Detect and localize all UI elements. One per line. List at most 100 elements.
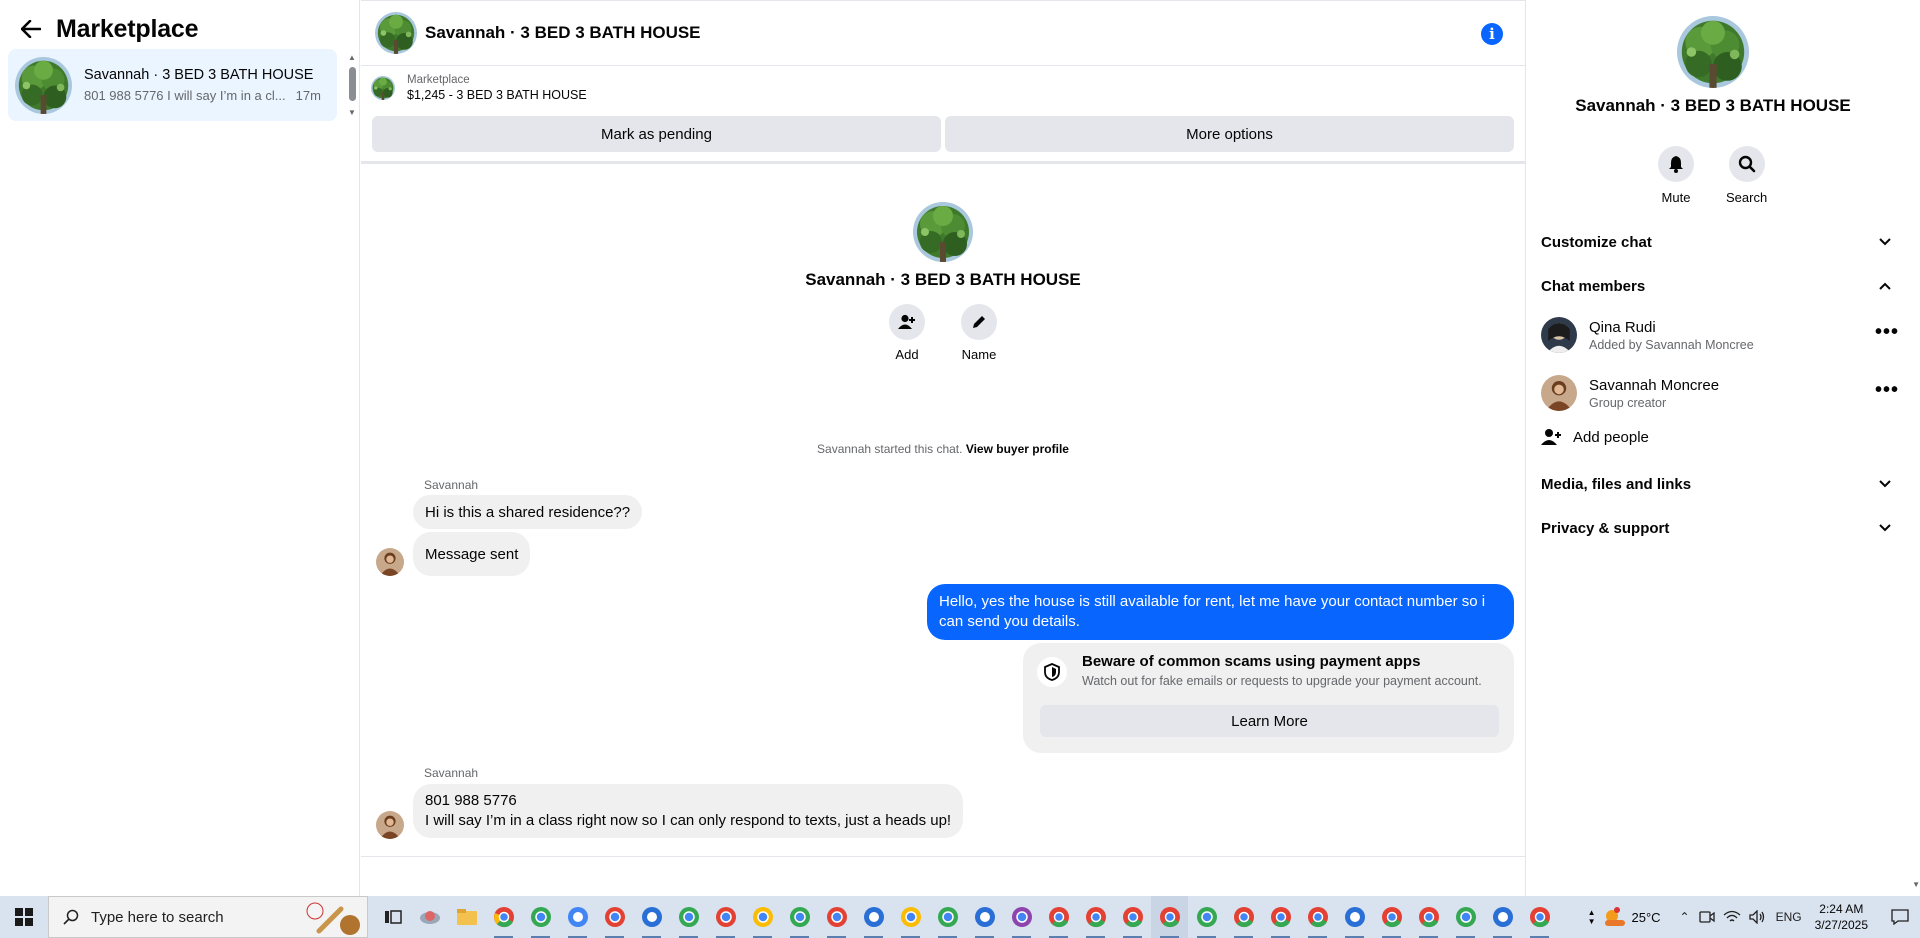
outgoing-message-line: can send you details. <box>939 613 1080 630</box>
member-role: Group creator <box>1589 395 1667 410</box>
chrome-profile-icon[interactable] <box>1447 896 1484 938</box>
name-chat-button[interactable]: Name <box>961 304 997 362</box>
chrome-profile-icon[interactable] <box>929 896 966 938</box>
chrome-profile-icon[interactable] <box>1484 896 1521 938</box>
incoming-message[interactable]: Message sent <box>413 532 531 576</box>
message-line: I will say I’m in a class right now so I… <box>425 812 952 829</box>
customize-chat-section[interactable]: Customize chat <box>1541 230 1891 254</box>
chrome-icon[interactable] <box>1410 896 1447 938</box>
member-item[interactable]: Savannah Moncree Group creator ••• <box>1541 371 1899 415</box>
shield-icon <box>1037 657 1067 687</box>
chrome-icon[interactable] <box>1373 896 1410 938</box>
more-icon[interactable]: ••• <box>1875 321 1899 344</box>
chrome-icon[interactable] <box>1521 896 1558 938</box>
listing-summary[interactable]: Marketplace $1,245 - 3 BED 3 BATH HOUSE <box>371 74 587 102</box>
sidebar-scrollbar[interactable]: ▲ ▼ <box>347 53 357 117</box>
wifi-icon[interactable] <box>1723 910 1741 924</box>
section-title: Chat members <box>1541 277 1646 295</box>
chat-header-avatar[interactable] <box>375 12 417 54</box>
more-icon[interactable]: ••• <box>1875 379 1899 402</box>
chrome-icon[interactable] <box>485 896 522 938</box>
scam-warning-title: Beware of common scams using payment app… <box>1082 653 1421 670</box>
sender-name: Savannah <box>424 766 479 780</box>
privacy-support-section[interactable]: Privacy & support <box>1541 516 1891 540</box>
chrome-profile-icon[interactable] <box>966 896 1003 938</box>
incoming-message[interactable]: 801 988 5776 I will say I’m in a class r… <box>413 784 964 838</box>
pencil-icon <box>961 304 997 340</box>
info-icon[interactable]: i <box>1481 23 1503 45</box>
search-chat-button[interactable]: Search <box>1726 146 1767 205</box>
volume-icon[interactable] <box>1748 910 1767 924</box>
chrome-profile-icon[interactable] <box>1003 896 1040 938</box>
learn-more-button[interactable]: Learn More <box>1040 705 1499 737</box>
scroll-down-icon[interactable]: ▼ <box>348 108 356 117</box>
meet-now-icon[interactable] <box>1698 910 1715 924</box>
media-files-links-section[interactable]: Media, files and links <box>1541 472 1891 496</box>
chrome-profile-icon[interactable] <box>781 896 818 938</box>
app-icon[interactable] <box>411 896 448 938</box>
chevron-up-icon[interactable]: ⌃ <box>1680 910 1690 924</box>
chrome-icon[interactable] <box>1262 896 1299 938</box>
conversation-item[interactable]: Savannah · 3 BED 3 BATH HOUSE 801 988 57… <box>8 49 337 121</box>
chrome-profile-icon[interactable] <box>744 896 781 938</box>
chrome-profile-icon[interactable] <box>892 896 929 938</box>
temperature[interactable]: 25°C <box>1631 910 1660 925</box>
incoming-message[interactable]: Hi is this a shared residence?? <box>413 495 643 529</box>
sender-avatar[interactable] <box>376 811 404 839</box>
chrome-profile-icon[interactable] <box>855 896 892 938</box>
conversation-preview-row: 801 988 5776 I will say I’m in a cl... 17… <box>84 88 321 103</box>
chrome-icon[interactable] <box>1299 896 1336 938</box>
weather-icon[interactable] <box>1603 907 1627 927</box>
chrome-profile-icon[interactable] <box>1336 896 1373 938</box>
scam-warning-card: Beware of common scams using payment app… <box>1023 643 1514 753</box>
add-people-button[interactable]: Add people <box>1541 428 1649 446</box>
file-explorer-icon[interactable] <box>448 896 485 938</box>
chat-header: Savannah · 3 BED 3 BATH HOUSE i <box>361 0 1525 66</box>
member-role: Added by Savannah Moncree <box>1589 337 1754 352</box>
chrome-profile-icon[interactable] <box>670 896 707 938</box>
chrome-profile-icon[interactable] <box>707 896 744 938</box>
outgoing-message[interactable]: Hello, yes the house is still available … <box>927 584 1514 640</box>
details-name: Savannah · 3 BED 3 BATH HOUSE <box>1575 96 1851 115</box>
mute-button[interactable]: Mute <box>1658 146 1694 205</box>
mark-as-pending-button[interactable]: Mark as pending <box>372 116 941 152</box>
chrome-icon[interactable] <box>1114 896 1151 938</box>
member-item[interactable]: Qina Rudi Added by Savannah Moncree ••• <box>1541 313 1899 357</box>
scroll-up-icon[interactable]: ▲ <box>348 53 356 62</box>
chrome-profile-icon[interactable] <box>559 896 596 938</box>
add-label: Add <box>895 347 919 362</box>
chrome-icon[interactable] <box>1077 896 1114 938</box>
taskbar-search-box[interactable]: Type here to search <box>48 896 368 938</box>
sender-avatar[interactable] <box>376 548 404 576</box>
chrome-profile-icon[interactable] <box>522 896 559 938</box>
system-tray: ▲ ▼ 25°C ⌃ ENG 2:24 AM 3/27/2025 <box>1588 896 1920 938</box>
chat-members-section[interactable]: Chat members <box>1541 274 1891 298</box>
page-scroll-down-icon[interactable]: ▼ <box>1912 880 1920 889</box>
start-button[interactable] <box>0 896 48 938</box>
scroll-thumb[interactable] <box>349 67 356 101</box>
search-highlight-image <box>303 901 363 935</box>
add-member-button[interactable]: Add <box>889 304 925 362</box>
chat-header-title[interactable]: Savannah · 3 BED 3 BATH HOUSE <box>425 23 701 43</box>
intro-name: Savannah · 3 BED 3 BATH HOUSE <box>805 270 1081 289</box>
view-buyer-profile-link[interactable]: View buyer profile <box>966 442 1069 456</box>
back-arrow-icon[interactable] <box>18 16 44 42</box>
chrome-icon[interactable] <box>1040 896 1077 938</box>
task-view-icon[interactable] <box>374 896 411 938</box>
language-indicator[interactable]: ENG <box>1776 910 1802 924</box>
pinned-apps <box>374 896 1558 938</box>
chrome-profile-icon[interactable] <box>1188 896 1225 938</box>
chrome-active-icon[interactable] <box>1151 896 1188 938</box>
chrome-profile-icon[interactable] <box>596 896 633 938</box>
search-label: Search <box>1726 190 1768 205</box>
add-person-icon <box>889 304 925 340</box>
chrome-profile-icon[interactable] <box>818 896 855 938</box>
chrome-icon[interactable] <box>1225 896 1262 938</box>
section-title: Customize chat <box>1541 233 1652 251</box>
notification-icon[interactable] <box>1880 896 1920 938</box>
more-options-button[interactable]: More options <box>945 116 1514 152</box>
chrome-profile-icon[interactable] <box>633 896 670 938</box>
taskbar-scroll-icon[interactable]: ▲ ▼ <box>1588 908 1596 926</box>
taskbar-clock[interactable]: 2:24 AM 3/27/2025 <box>1815 901 1868 933</box>
scam-warning-text: Watch out for fake emails or requests to… <box>1082 674 1482 688</box>
